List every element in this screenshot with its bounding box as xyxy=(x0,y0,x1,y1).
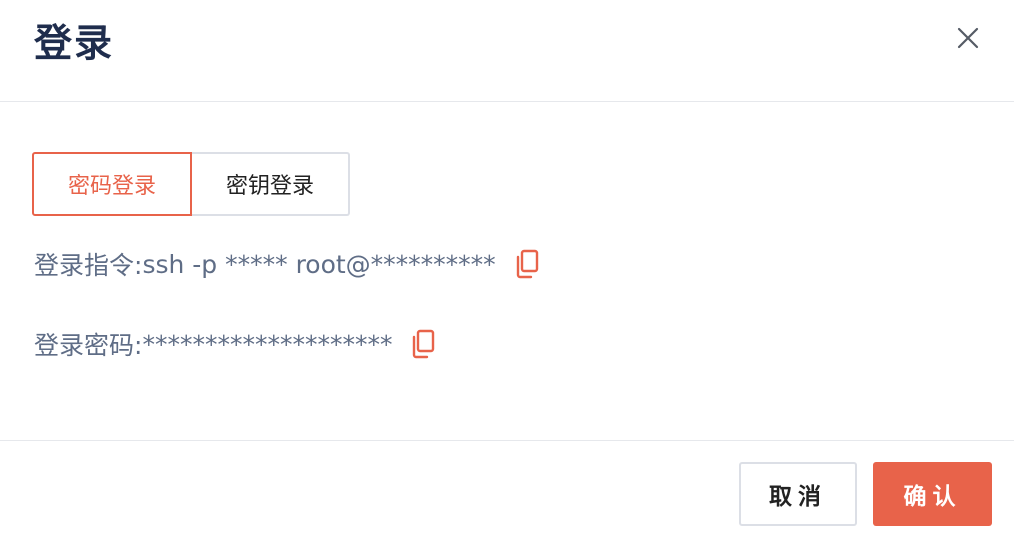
login-command-label: 登录指令: xyxy=(34,251,143,280)
login-method-tabs: 密码登录 密钥登录 xyxy=(32,152,350,216)
login-command-row: 登录指令: ssh -p ***** root@********** xyxy=(34,242,540,286)
login-command-value: ssh -p ***** root@********** xyxy=(142,249,496,279)
tab-key-login[interactable]: 密钥登录 xyxy=(192,152,350,216)
login-dialog: 登录 密码登录 密钥登录 登录指令: ssh -p ***** root@***… xyxy=(0,0,1014,536)
dialog-title: 登录 xyxy=(34,21,115,65)
dialog-header: 登录 xyxy=(0,0,1014,102)
copy-command-icon[interactable] xyxy=(514,249,540,279)
close-icon[interactable] xyxy=(950,20,986,56)
tab-password-login[interactable]: 密码登录 xyxy=(32,152,192,216)
login-password-label: 登录密码: xyxy=(34,331,143,360)
login-password-row: 登录密码: ******************** xyxy=(34,322,436,366)
login-password-value: ******************** xyxy=(142,329,393,359)
copy-password-icon[interactable] xyxy=(410,329,436,359)
cancel-button[interactable]: 取消 xyxy=(739,462,857,526)
footer-divider xyxy=(0,440,1014,441)
confirm-button[interactable]: 确认 xyxy=(873,462,992,526)
